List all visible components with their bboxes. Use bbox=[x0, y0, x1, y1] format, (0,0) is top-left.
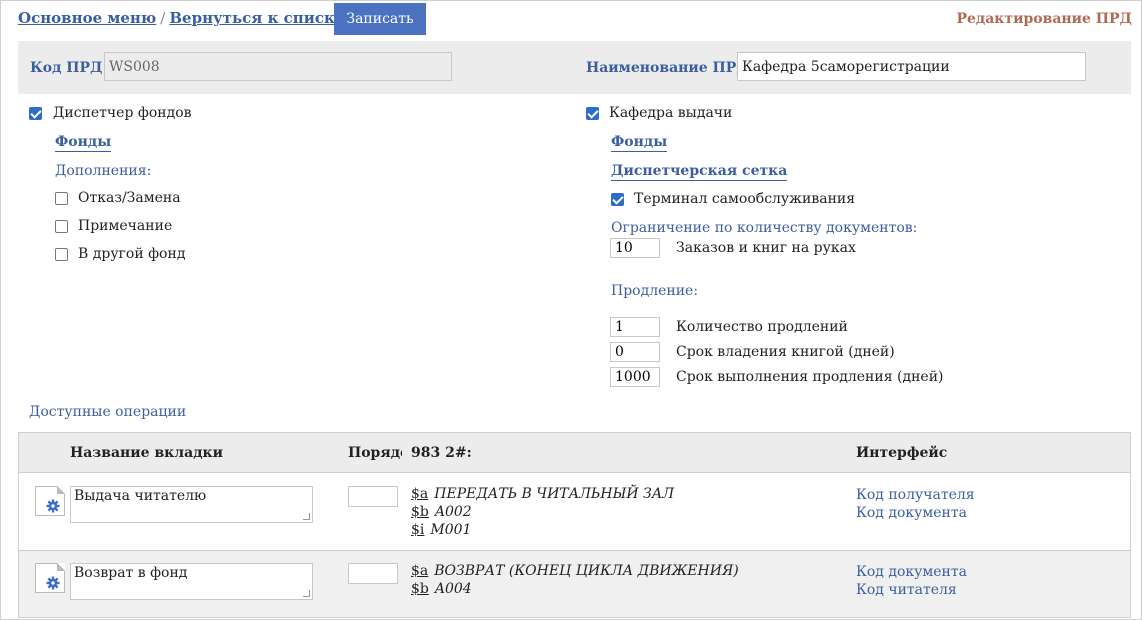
issue-dept-label: Кафедра выдачи bbox=[609, 105, 733, 121]
additions-label: Дополнения: bbox=[55, 163, 152, 179]
order-input[interactable] bbox=[348, 563, 398, 584]
subfield-code: $b bbox=[411, 581, 429, 597]
gear-icon bbox=[46, 499, 60, 513]
doc-limit-label: Ограничение по количеству документов: bbox=[611, 220, 918, 236]
renewal-term-label: Срок выполнения продления (дней) bbox=[676, 369, 944, 385]
operations-table: Название вкладки Порядок 983 2#: Интерфе… bbox=[18, 432, 1131, 618]
page-fold bbox=[57, 486, 65, 494]
option-label-other-fund: В другой фонд bbox=[78, 246, 186, 262]
subfield-value: ВОЗВРАТ (КОНЕЦ ЦИКЛА ДВИЖЕНИЯ) bbox=[434, 563, 739, 579]
subfield: $b A002 bbox=[411, 503, 674, 521]
subfield-value: A004 bbox=[434, 581, 472, 597]
ownership-days-label: Срок владения книгой (дней) bbox=[676, 344, 895, 360]
interface-link-document-code[interactable]: Код документа bbox=[856, 504, 975, 522]
subfield-value: M001 bbox=[430, 522, 472, 538]
dispatcher-checkbox[interactable] bbox=[29, 107, 42, 120]
page-title: Редактирование ПРД bbox=[956, 11, 1132, 27]
subfield-code: $b bbox=[411, 504, 429, 520]
interface-list: Код получателя Код документа bbox=[856, 486, 975, 522]
breadcrumb: Основное меню / Вернуться к списку ПРД bbox=[18, 9, 388, 27]
code-label: Код ПРД bbox=[30, 60, 103, 76]
renewal-count-input[interactable] bbox=[610, 317, 660, 337]
interface-link-reader-code[interactable]: Код читателя bbox=[856, 581, 967, 599]
subfield-code: $a bbox=[411, 486, 429, 502]
id-bar: Код ПРД Наименование ПРД bbox=[18, 41, 1131, 94]
name-field[interactable] bbox=[737, 52, 1086, 81]
doc-limit-input[interactable] bbox=[610, 238, 660, 258]
interface-link-recipient-code[interactable]: Код получателя bbox=[856, 486, 975, 504]
gear-icon bbox=[46, 576, 60, 590]
tab-name-textarea[interactable]: Выдача читателю bbox=[70, 486, 313, 523]
renewal-count-label: Количество продлений bbox=[676, 319, 848, 335]
option-checkbox-note[interactable] bbox=[55, 220, 68, 233]
header-order: Порядок bbox=[348, 445, 402, 461]
option-checkbox-other-fund[interactable] bbox=[55, 248, 68, 261]
save-button[interactable]: Записать bbox=[334, 3, 426, 35]
interface-link-document-code[interactable]: Код документа bbox=[856, 563, 967, 581]
tab-name-textarea[interactable]: Возврат в фонд bbox=[70, 563, 313, 600]
row-settings-button[interactable] bbox=[35, 563, 65, 593]
interface-list: Код документа Код читателя bbox=[856, 563, 967, 599]
subfield: $a ВОЗВРАТ (КОНЕЦ ЦИКЛА ДВИЖЕНИЯ) bbox=[411, 562, 739, 580]
renewal-label: Продление: bbox=[611, 283, 699, 299]
ownership-days-input[interactable] bbox=[610, 342, 660, 362]
main-menu-link[interactable]: Основное меню bbox=[18, 9, 156, 27]
table-row: Возврат в фонд $a ВОЗВРАТ (КОНЕЦ ЦИКЛА ДВ… bbox=[19, 551, 1130, 617]
doc-limit-desc: Заказов и книг на руках bbox=[676, 240, 856, 256]
header-interface: Интерфейс bbox=[856, 445, 948, 461]
operations-section-label: Доступные операции bbox=[29, 404, 187, 420]
header-field: 983 2#: bbox=[411, 445, 472, 461]
option-label-refusal: Отказ/Замена bbox=[78, 190, 181, 206]
subfields: $a ВОЗВРАТ (КОНЕЦ ЦИКЛА ДВИЖЕНИЯ) $b A004 bbox=[411, 562, 739, 598]
name-label: Наименование ПРД bbox=[586, 60, 749, 76]
row-settings-button[interactable] bbox=[35, 486, 65, 516]
order-input[interactable] bbox=[348, 486, 398, 507]
option-checkbox-refusal[interactable] bbox=[55, 192, 68, 205]
header-tab-name: Название вкладки bbox=[70, 445, 224, 461]
left-funds-link[interactable]: Фонды bbox=[55, 134, 112, 152]
self-service-label: Терминал самообслуживания bbox=[634, 191, 856, 207]
issue-dept-checkbox[interactable] bbox=[586, 107, 599, 120]
renewal-term-input[interactable] bbox=[610, 367, 660, 387]
dispatch-grid-link[interactable]: Диспетчерская сетка bbox=[611, 163, 788, 181]
self-service-checkbox[interactable] bbox=[611, 193, 624, 206]
subfield-value: A002 bbox=[434, 504, 472, 520]
subfields: $a ПЕРЕДАТЬ В ЧИТАЛЬНЫЙ ЗАЛ $b A002 $i M001 bbox=[411, 485, 674, 539]
top-bar: Основное меню / Вернуться к списку ПРД Зап… bbox=[18, 3, 1132, 35]
code-field[interactable] bbox=[104, 52, 452, 81]
subfield: $i M001 bbox=[411, 521, 674, 539]
subfield-code: $a bbox=[411, 563, 429, 579]
subfield-code: $i bbox=[411, 522, 425, 538]
subfield: $a ПЕРЕДАТЬ В ЧИТАЛЬНЫЙ ЗАЛ bbox=[411, 485, 674, 503]
table-row: Выдача читателю $a ПЕРЕДАТЬ В ЧИТАЛЬНЫЙ З… bbox=[19, 474, 1130, 551]
subfield: $b A004 bbox=[411, 580, 739, 598]
breadcrumb-separator: / bbox=[160, 9, 166, 27]
option-label-note: Примечание bbox=[78, 218, 173, 234]
right-funds-link[interactable]: Фонды bbox=[611, 134, 668, 152]
table-header: Название вкладки Порядок 983 2#: Интерфе… bbox=[19, 433, 1130, 473]
dispatcher-label: Диспетчер фондов bbox=[53, 105, 192, 121]
page-fold bbox=[57, 563, 65, 571]
subfield-value: ПЕРЕДАТЬ В ЧИТАЛЬНЫЙ ЗАЛ bbox=[434, 486, 675, 502]
